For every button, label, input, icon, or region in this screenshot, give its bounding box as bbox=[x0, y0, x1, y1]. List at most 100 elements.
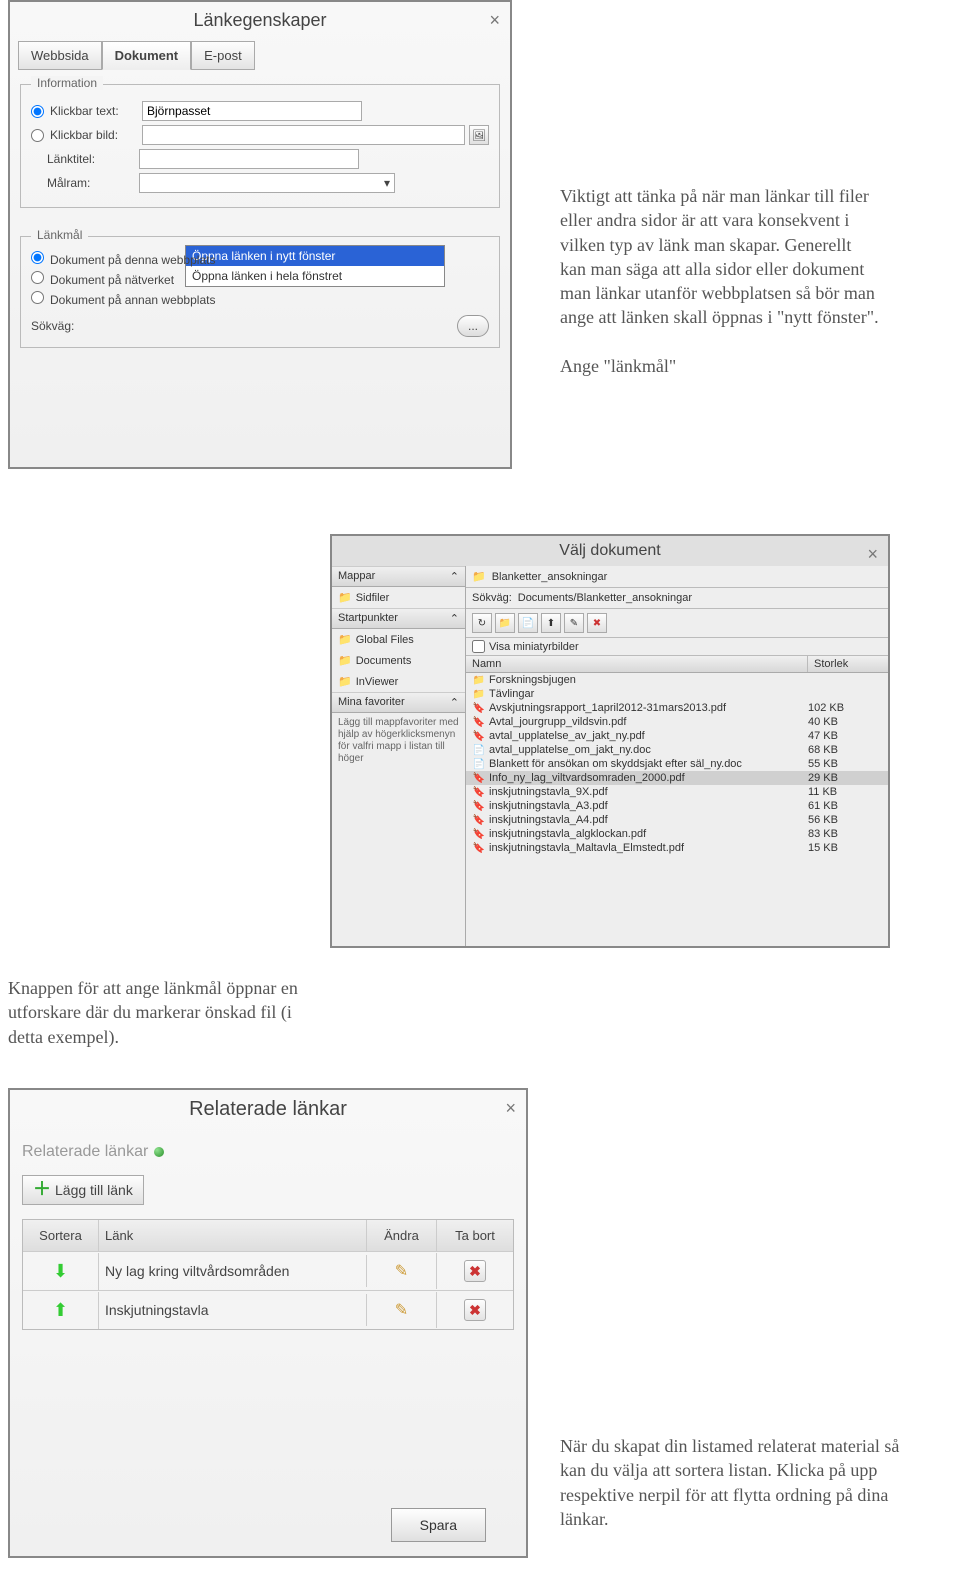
folder-icon: 📁 bbox=[472, 675, 486, 686]
file-size: 102 KB bbox=[808, 702, 882, 714]
file-name: inskjutningstavla_9X.pdf bbox=[489, 786, 808, 798]
delete-icon[interactable]: ✖ bbox=[464, 1260, 486, 1282]
klickbar-bild-radio[interactable] bbox=[31, 129, 44, 142]
folder-icon: 📁 bbox=[338, 654, 352, 667]
sokvag-label: Sökväg: bbox=[31, 319, 123, 333]
klickbar-text-input[interactable] bbox=[142, 101, 362, 121]
folder-icon: 📁 bbox=[472, 689, 486, 700]
arrow-up-icon[interactable]: ⬆ bbox=[53, 1300, 68, 1320]
file-row[interactable]: 🔖inskjutningstavla_A3.pdf61 KB bbox=[466, 799, 888, 813]
sidebar-header-favoriter[interactable]: Mina favoriter⌃ bbox=[332, 692, 465, 713]
close-icon[interactable]: × bbox=[489, 10, 500, 31]
delete-icon[interactable]: ✖ bbox=[464, 1299, 486, 1321]
sidebar-item-inviewer[interactable]: 📁InViewer bbox=[332, 671, 465, 692]
image-picker-icon[interactable]: 🖼 bbox=[469, 125, 489, 145]
annotation-text: Viktigt att tänka på när man länkar till… bbox=[560, 184, 880, 378]
related-link-row: ⬆Inskjutningstavla✎✖ bbox=[23, 1290, 513, 1329]
annotation-text: När du skapat din listamed relaterat mat… bbox=[560, 1434, 900, 1531]
sokvag-label: Sökväg: bbox=[472, 592, 512, 604]
malram-select[interactable]: ▾ bbox=[139, 173, 395, 193]
browse-button[interactable]: ... bbox=[457, 315, 489, 337]
klickbar-text-radio[interactable] bbox=[31, 105, 44, 118]
col-name[interactable]: Namn bbox=[466, 656, 808, 672]
tab-row: Webbsida Dokument E-post bbox=[10, 41, 510, 70]
close-icon[interactable]: × bbox=[505, 1098, 516, 1119]
sidebar-item-sidfiler[interactable]: 📁Sidfiler bbox=[332, 587, 465, 608]
file-row[interactable]: 🔖inskjutningstavla_9X.pdf11 KB bbox=[466, 785, 888, 799]
file-name: inskjutningstavla_Maltavla_Elmstedt.pdf bbox=[489, 842, 808, 854]
sidebar-header-mappar[interactable]: Mappar⌃ bbox=[332, 566, 465, 587]
tab-webbsida[interactable]: Webbsida bbox=[18, 41, 102, 70]
close-icon[interactable]: × bbox=[867, 544, 878, 565]
file-row[interactable]: 🔖Info_ny_lag_viltvardsomraden_2000.pdf29… bbox=[466, 771, 888, 785]
toolbar-button[interactable]: 📁 bbox=[495, 613, 515, 633]
collapse-icon: ⌃ bbox=[450, 612, 459, 625]
lankmal-label-denna: Dokument på denna webbplats bbox=[50, 253, 215, 267]
toolbar-button[interactable]: ↻ bbox=[472, 613, 492, 633]
file-row[interactable]: 🔖Avskjutningsrapport_1april2012-31mars20… bbox=[466, 701, 888, 715]
toolbar: ↻ 📁 📄 ⬆ ✎ ✖ bbox=[466, 609, 888, 638]
col-del: Ta bort bbox=[437, 1220, 513, 1251]
col-edit: Ändra bbox=[367, 1220, 437, 1251]
sidebar-item-global[interactable]: 📁Global Files bbox=[332, 629, 465, 650]
file-row[interactable]: 🔖inskjutningstavla_algklockan.pdf83 KB bbox=[466, 827, 888, 841]
toolbar-button[interactable]: ✎ bbox=[564, 613, 584, 633]
file-size: 56 KB bbox=[808, 814, 882, 826]
file-browser-main: 📁 Blanketter_ansokningar Sökväg: Documen… bbox=[466, 566, 888, 946]
file-row[interactable]: 🔖Avtal_jourgrupp_vildsvin.pdf40 KB bbox=[466, 715, 888, 729]
klickbar-bild-label: Klickbar bild: bbox=[50, 128, 142, 142]
tab-dokument[interactable]: Dokument bbox=[102, 41, 192, 70]
file-row[interactable]: 📁Tävlingar bbox=[466, 687, 888, 701]
lankmal-label-natverket: Dokument på nätverket bbox=[50, 273, 174, 287]
toolbar-button[interactable]: ✖ bbox=[587, 613, 607, 633]
related-link-row: ⬇Ny lag kring viltvårdsområden✎✖ bbox=[23, 1251, 513, 1290]
toolbar-button[interactable]: ⬆ bbox=[541, 613, 561, 633]
file-list-header: Namn Storlek bbox=[466, 655, 888, 673]
thumbnails-checkbox[interactable] bbox=[472, 640, 485, 653]
information-legend: Information bbox=[31, 76, 103, 90]
doc-icon: 📄 bbox=[472, 759, 486, 770]
sidebar-header-startpunkter[interactable]: Startpunkter⌃ bbox=[332, 608, 465, 629]
klickbar-text-label: Klickbar text: bbox=[50, 104, 142, 118]
link-properties-dialog: Länkegenskaper × Webbsida Dokument E-pos… bbox=[8, 0, 512, 469]
breadcrumb-folder[interactable]: Blanketter_ansokningar bbox=[492, 571, 608, 583]
file-row[interactable]: 📄avtal_upplatelse_om_jakt_ny.doc68 KB bbox=[466, 743, 888, 757]
related-links-dialog: Relaterade länkar × Relaterade länkar ＋ … bbox=[8, 1088, 528, 1558]
choose-document-dialog: Välj dokument × Mappar⌃ 📁Sidfiler Startp… bbox=[330, 534, 890, 948]
lankmal-radio-natverket[interactable] bbox=[31, 271, 44, 284]
file-name: Info_ny_lag_viltvardsomraden_2000.pdf bbox=[489, 772, 808, 784]
lankmal-label-annan: Dokument på annan webbplats bbox=[50, 293, 215, 307]
file-row[interactable]: 🔖inskjutningstavla_A4.pdf56 KB bbox=[466, 813, 888, 827]
lankmal-radio-denna[interactable] bbox=[31, 251, 44, 264]
file-size: 47 KB bbox=[808, 730, 882, 742]
file-row[interactable]: 🔖avtal_upplatelse_av_jakt_ny.pdf47 KB bbox=[466, 729, 888, 743]
edit-icon[interactable]: ✎ bbox=[395, 1302, 408, 1319]
klickbar-bild-input[interactable] bbox=[142, 125, 465, 145]
sidebar: Mappar⌃ 📁Sidfiler Startpunkter⌃ 📁Global … bbox=[332, 566, 466, 946]
arrow-down-icon[interactable]: ⬇ bbox=[53, 1261, 68, 1281]
doc-icon: 📄 bbox=[472, 745, 486, 756]
file-row[interactable]: 📄Blankett för ansökan om skyddsjakt efte… bbox=[466, 757, 888, 771]
folder-icon: 📁 bbox=[338, 633, 352, 646]
pdf-icon: 🔖 bbox=[472, 815, 486, 826]
save-button[interactable]: Spara bbox=[391, 1508, 486, 1542]
sidebar-item-documents[interactable]: 📁Documents bbox=[332, 650, 465, 671]
tab-epost[interactable]: E-post bbox=[191, 41, 255, 70]
pdf-icon: 🔖 bbox=[472, 829, 486, 840]
toolbar-button[interactable]: 📄 bbox=[518, 613, 538, 633]
add-link-button[interactable]: ＋ Lägg till länk bbox=[22, 1175, 144, 1205]
sokvag-path: Documents/Blanketter_ansokningar bbox=[518, 592, 692, 604]
file-list: 📁Forskningsbjugen📁Tävlingar🔖Avskjutnings… bbox=[466, 673, 888, 946]
file-row[interactable]: 🔖inskjutningstavla_Maltavla_Elmstedt.pdf… bbox=[466, 841, 888, 855]
col-size[interactable]: Storlek bbox=[808, 656, 888, 672]
lanktitel-input[interactable] bbox=[139, 149, 359, 169]
edit-icon[interactable]: ✎ bbox=[395, 1263, 408, 1280]
file-row[interactable]: 📁Forskningsbjugen bbox=[466, 673, 888, 687]
lankmal-radio-annan[interactable] bbox=[31, 291, 44, 304]
collapse-icon: ⌃ bbox=[450, 696, 459, 709]
file-name: Blankett för ansökan om skyddsjakt efter… bbox=[489, 758, 808, 770]
file-name: inskjutningstavla_A3.pdf bbox=[489, 800, 808, 812]
dialog-title: Länkegenskaper bbox=[10, 2, 510, 41]
folder-icon: 📁 bbox=[472, 570, 486, 583]
related-links-subtitle: Relaterade länkar bbox=[22, 1143, 514, 1161]
